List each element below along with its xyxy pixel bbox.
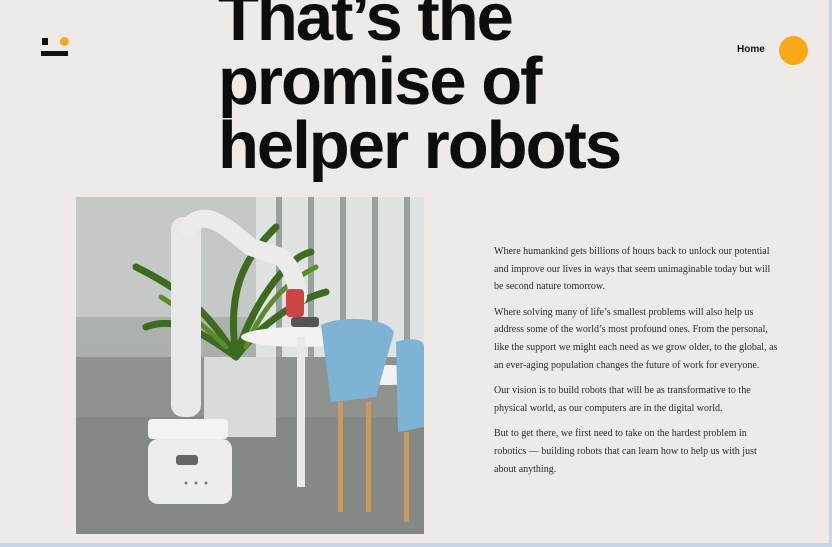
title-line-1: That’s the xyxy=(218,0,514,55)
body-text: Where humankind gets billions of hours b… xyxy=(494,243,779,486)
title-line-2: promise of xyxy=(218,44,543,119)
menu-circle-icon[interactable] xyxy=(779,36,808,65)
logo-eye-block xyxy=(42,38,48,45)
robot-photo xyxy=(76,197,424,534)
robot-photo-illustration xyxy=(76,197,424,534)
nav-home-link[interactable]: Home xyxy=(737,44,765,55)
logo-mouth-bar xyxy=(41,51,68,56)
paragraph-2: Where solving many of life’s smallest pr… xyxy=(494,306,778,371)
logo-eye-dot xyxy=(60,37,69,46)
paragraph-1: Where humankind gets billions of hours b… xyxy=(494,246,771,293)
title-line-3: helper robots xyxy=(218,108,622,183)
page-title: That’s the promise of helper robots xyxy=(218,0,622,183)
paragraph-4: But to get there, we first need to take … xyxy=(494,428,757,475)
page: Home That’s the promise of helper robots xyxy=(0,0,829,543)
paragraph-3: Our vision is to build robots that will … xyxy=(494,385,751,414)
logo-icon[interactable] xyxy=(40,36,70,60)
